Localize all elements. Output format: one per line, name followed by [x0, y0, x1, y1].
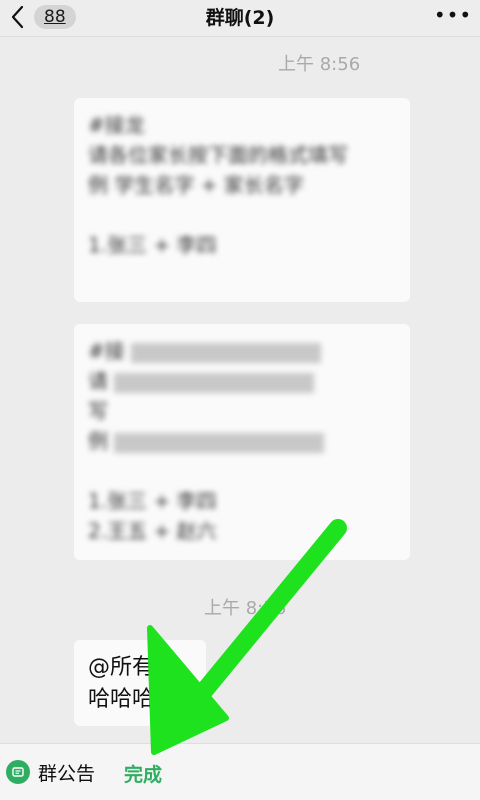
message-text: 哈哈哈哈: [88, 687, 177, 712]
notice-card-2-line: 2.王五 + 赵六: [88, 519, 217, 543]
notice-card-2[interactable]: #接 请 写 例 1.张三 + 李四 2.王五 + 赵六: [74, 324, 410, 560]
message-timestamp: 上午 8:56: [204, 598, 287, 619]
message-timestamp: 上午 8:56: [278, 54, 361, 75]
group-notice-icon: [6, 760, 30, 784]
mention-text: @所有人: [88, 655, 177, 680]
notice-card-2-line: 1.张三 + 李四: [88, 489, 217, 513]
notice-card-2-line: 例: [88, 426, 396, 456]
notice-card-2-content: #接 请 写 例 1.张三 + 李四 2.王五 + 赵六: [74, 324, 410, 558]
group-notice-button[interactable]: 群公告: [6, 757, 95, 787]
message-bubble-content: @所有人 哈哈哈哈: [74, 640, 206, 728]
message-bubble[interactable]: @所有人 哈哈哈哈: [74, 640, 206, 726]
done-button[interactable]: 完成: [124, 760, 162, 787]
notice-card-1[interactable]: #接龙 请各位家长按下面的格式填写 例 学生名字 + 家长名字 1.张三 + 李…: [74, 98, 410, 302]
notice-card-2-line: 写: [88, 399, 108, 423]
notice-card-2-line: 请: [88, 366, 396, 396]
more-icon: •••: [433, 3, 473, 27]
group-notice-label: 群公告: [38, 762, 96, 785]
notice-card-1-line: 1.张三 + 李四: [88, 233, 217, 257]
notice-card-1-line: 请各位家长按下面的格式填写: [88, 143, 348, 167]
notice-card-1-line: #接龙: [88, 113, 145, 137]
bottom-bar: 群公告 完成: [0, 743, 480, 800]
notice-card-2-line: [88, 456, 396, 486]
chat-title: 群聊(2): [205, 7, 275, 29]
more-options-button[interactable]: •••: [434, 2, 471, 28]
chat-screen: 88 群聊(2) ••• 上午 8:56 #接龙 请各位家长按下面的格式填写 例…: [0, 0, 480, 800]
chat-header: 88 群聊(2) •••: [0, 0, 480, 37]
notice-card-1-line: [88, 200, 396, 230]
notice-card-1-line: 例 学生名字 + 家长名字: [88, 173, 304, 197]
notice-card-1-content: #接龙 请各位家长按下面的格式填写 例 学生名字 + 家长名字 1.张三 + 李…: [74, 98, 410, 272]
notice-card-2-line: #接: [88, 336, 396, 366]
